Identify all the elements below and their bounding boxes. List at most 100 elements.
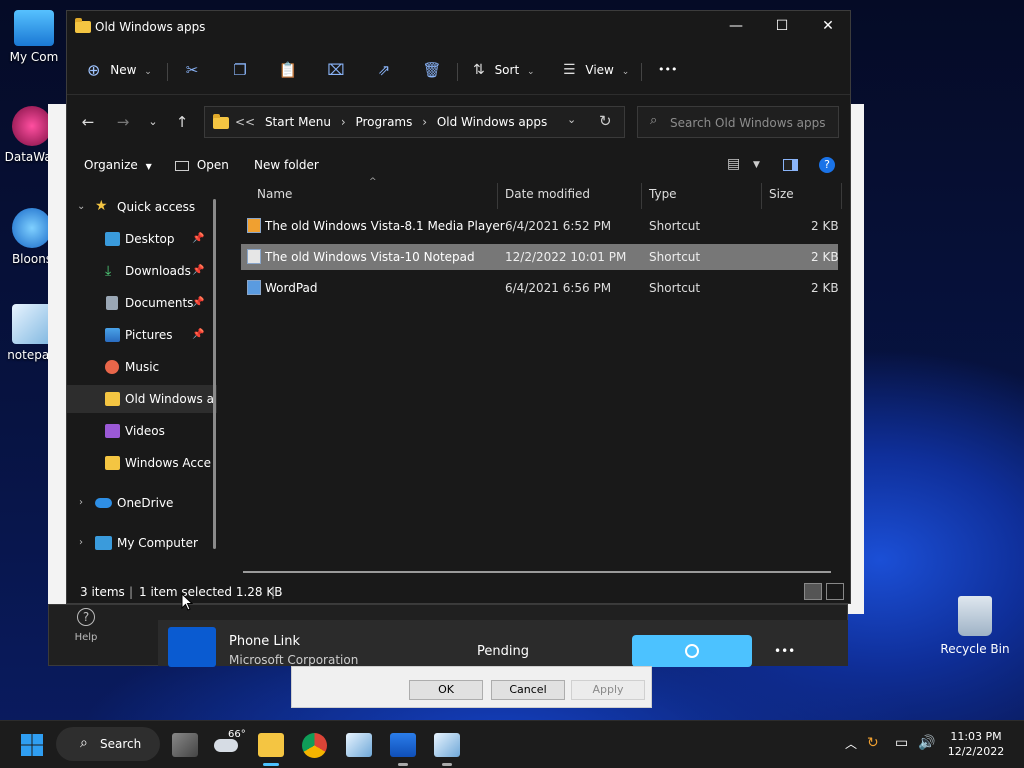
sidebar-item-old-windows-apps[interactable]: Old Windows a — [67, 385, 217, 413]
breadcrumb: << Start Menu › Programs › Old Windows a… — [235, 115, 547, 129]
chevron-right-icon: › — [79, 497, 83, 508]
breadcrumb-old-windows-apps[interactable]: Old Windows apps — [437, 115, 547, 129]
nav-pane-scrollbar[interactable] — [213, 199, 216, 549]
sidebar-item-pictures[interactable]: Pictures 📌 — [67, 321, 217, 349]
search-input[interactable] — [670, 114, 830, 132]
folder-icon — [213, 114, 229, 129]
organize-button[interactable]: Organize ▼ — [84, 158, 152, 172]
sidebar-item-windows-accessories[interactable]: Windows Acce — [67, 449, 217, 477]
taskbar-search-button[interactable]: ⌕ Search — [56, 727, 160, 761]
preview-pane-icon[interactable] — [783, 159, 798, 171]
up-button[interactable]: ↑ — [171, 111, 193, 133]
new-button[interactable]: ⊕ New ⌄ — [87, 59, 152, 81]
desktop-icon-my-computer[interactable]: My Com — [2, 10, 66, 64]
nav-label: OneDrive — [117, 496, 174, 510]
windows-logo-icon — [21, 734, 43, 756]
share-icon[interactable]: ⇗ — [374, 60, 394, 80]
organize-label: Organize — [84, 158, 138, 172]
nav-onedrive[interactable]: › OneDrive — [67, 489, 217, 517]
nav-my-computer[interactable]: › My Computer — [67, 529, 217, 557]
volume-icon[interactable]: 🔊 — [918, 735, 935, 751]
show-hidden-icons-chevron[interactable]: ︿ — [845, 735, 857, 752]
internet-explorer-icon — [12, 208, 52, 248]
column-header-date[interactable]: Date modified — [505, 187, 590, 201]
sync-icon[interactable]: ↻ — [867, 735, 879, 751]
task-view-icon[interactable] — [172, 733, 198, 757]
details-view-toggle[interactable] — [804, 583, 822, 600]
column-divider[interactable] — [841, 183, 842, 209]
help-link[interactable]: ? Help — [66, 606, 106, 643]
copy-icon[interactable]: ❐ — [230, 60, 250, 80]
system-clock[interactable]: 11:03 PM 12/2/2022 — [936, 729, 1016, 759]
close-button[interactable]: ✕ — [805, 11, 851, 43]
store-icon[interactable] — [390, 733, 416, 757]
stop-icon — [685, 644, 699, 658]
search-box[interactable]: ⌕ — [637, 106, 839, 138]
install-progress-button[interactable] — [632, 635, 752, 667]
large-icons-view-toggle[interactable] — [826, 583, 844, 600]
ok-button[interactable]: OK — [409, 680, 483, 700]
sort-button[interactable]: ⇅ Sort ⌄ — [473, 59, 535, 81]
file-date: 6/4/2021 6:56 PM — [505, 281, 612, 295]
column-header-type[interactable]: Type — [649, 187, 677, 201]
title-bar[interactable]: Old Windows apps — ☐ ✕ — [67, 11, 850, 43]
breadcrumb-start-menu[interactable]: Start Menu — [265, 115, 331, 129]
breadcrumb-programs[interactable]: Programs — [355, 115, 412, 129]
open-button[interactable]: Open — [175, 158, 229, 172]
sidebar-item-desktop[interactable]: Desktop 📌 — [67, 225, 217, 253]
file-explorer-window: Old Windows apps — ☐ ✕ ⊕ New ⌄ ✂ ❐ 📋 ⌧ ⇗… — [66, 10, 851, 604]
notepad-alt-taskbar-icon[interactable] — [434, 733, 460, 757]
column-divider[interactable] — [497, 183, 498, 209]
more-options-button[interactable]: ••• — [658, 59, 677, 81]
apply-button[interactable]: Apply — [571, 680, 645, 700]
details-view-icon[interactable]: ▤ — [727, 156, 740, 172]
minimize-button[interactable]: — — [713, 11, 759, 43]
forward-button[interactable]: → — [112, 111, 134, 133]
new-folder-button[interactable]: New folder — [254, 158, 319, 172]
start-button[interactable] — [20, 733, 44, 757]
recent-locations-button[interactable]: ⌄ — [142, 111, 164, 133]
sort-icon: ⇅ — [473, 62, 485, 78]
file-row[interactable]: The old Windows Vista-8.1 Media Player 6… — [241, 213, 839, 239]
chrome-icon[interactable] — [302, 733, 327, 758]
address-dropdown-icon[interactable]: ⌄ — [567, 113, 576, 126]
file-row[interactable]: The old Windows Vista-10 Notepad 12/2/20… — [241, 244, 839, 270]
column-header-size[interactable]: Size — [769, 187, 794, 201]
refresh-icon[interactable]: ↻ — [599, 112, 612, 130]
breadcrumb-overflow[interactable]: << — [235, 115, 255, 129]
nav-quick-access[interactable]: ⌄ ★ Quick access — [67, 193, 217, 221]
column-header-name[interactable]: Name — [257, 187, 292, 201]
app-state: Pending — [477, 644, 529, 659]
cut-icon[interactable]: ✂ — [182, 60, 202, 80]
notepad-taskbar-icon[interactable] — [346, 733, 372, 757]
back-button[interactable]: ← — [77, 111, 99, 133]
sidebar-item-documents[interactable]: Documents 📌 — [67, 289, 217, 317]
file-date: 6/4/2021 6:52 PM — [505, 219, 612, 233]
desktop-icon-label: Bloons — [11, 252, 53, 266]
rename-icon[interactable]: ⌧ — [326, 60, 346, 80]
view-button[interactable]: ☰ View ⌄ — [563, 59, 629, 81]
weather-widget[interactable]: 66° — [214, 729, 246, 757]
network-icon[interactable]: ▭ — [895, 735, 908, 751]
help-icon[interactable]: ? — [819, 157, 835, 173]
file-explorer-taskbar-icon[interactable] — [258, 733, 284, 757]
sidebar-item-videos[interactable]: Videos — [67, 417, 217, 445]
paste-icon[interactable]: 📋 — [278, 60, 298, 80]
column-divider[interactable] — [761, 183, 762, 209]
file-row[interactable]: WordPad 6/4/2021 6:56 PM Shortcut 2 KB — [241, 275, 839, 301]
address-bar[interactable]: << Start Menu › Programs › Old Windows a… — [204, 106, 625, 138]
maximize-button[interactable]: ☐ — [759, 11, 805, 43]
status-divider: | — [271, 585, 276, 599]
cloud-icon — [95, 498, 112, 508]
help-label: Help — [74, 632, 98, 643]
column-divider[interactable] — [641, 183, 642, 209]
cancel-button[interactable]: Cancel — [491, 680, 565, 700]
delete-icon[interactable]: 🗑 — [422, 60, 442, 80]
file-name: WordPad — [265, 281, 318, 295]
app-more-button[interactable]: ••• — [774, 644, 795, 658]
desktop-icon-recycle-bin[interactable]: Recycle Bin — [940, 596, 1010, 656]
sidebar-item-music[interactable]: Music — [67, 353, 217, 381]
sidebar-item-downloads[interactable]: ⤓ Downloads 📌 — [67, 257, 217, 285]
view-options-caret-icon[interactable]: ▼ — [753, 160, 760, 170]
horizontal-scrollbar[interactable] — [243, 571, 831, 573]
